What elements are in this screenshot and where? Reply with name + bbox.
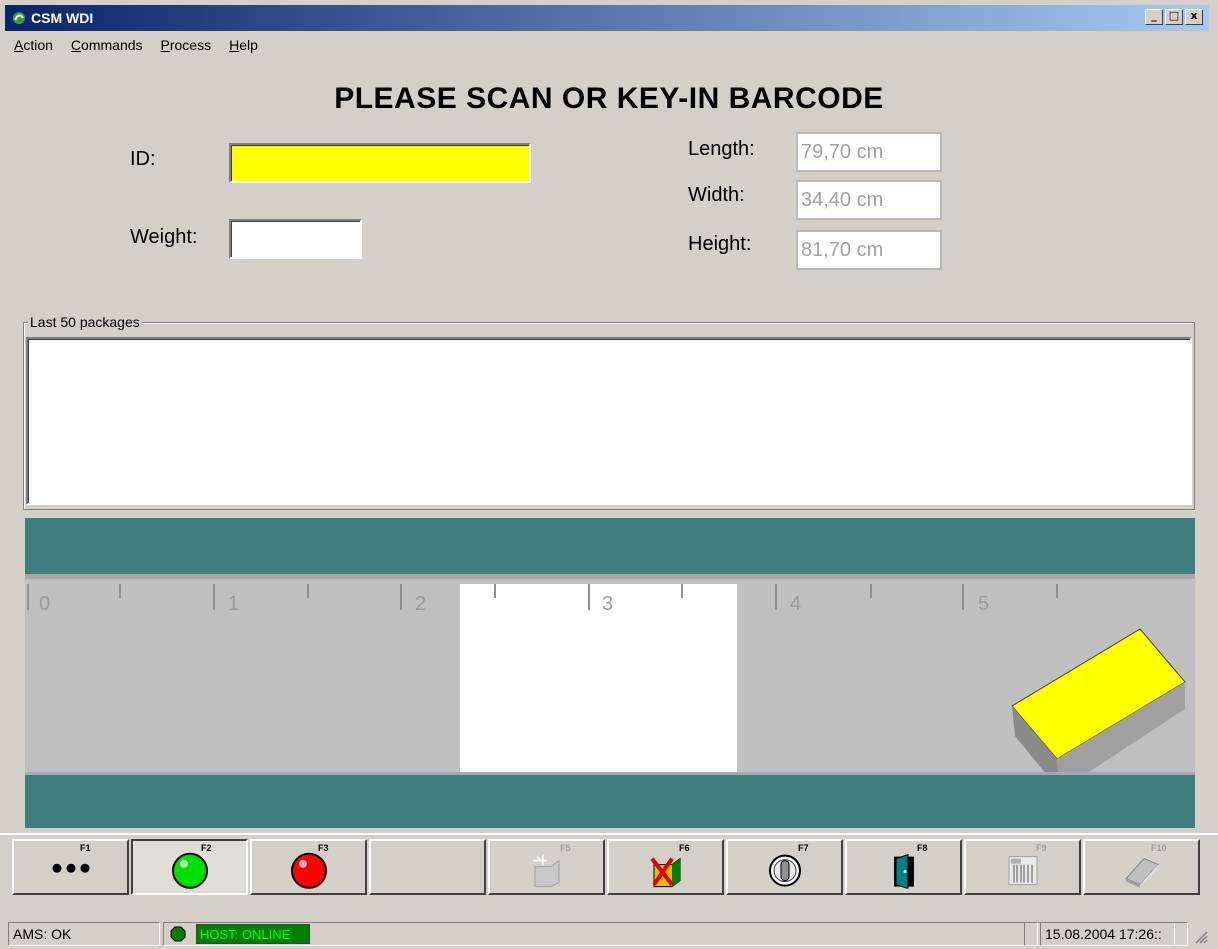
scale-tick bbox=[213, 584, 215, 610]
scale-tick bbox=[1056, 584, 1058, 598]
scale-tick bbox=[962, 584, 964, 610]
scale-label: 0 bbox=[39, 593, 51, 615]
resize-grip-icon[interactable] bbox=[1192, 928, 1208, 944]
menu-bar: Action Commands Process Help bbox=[5, 35, 267, 55]
f2-start-button[interactable]: F2 bbox=[131, 839, 248, 895]
scale-tick bbox=[775, 584, 777, 610]
menu-action[interactable]: Action bbox=[5, 35, 62, 55]
new-package-icon bbox=[532, 854, 559, 888]
id-input[interactable] bbox=[229, 143, 531, 183]
scale-tick bbox=[870, 584, 872, 598]
f9-barcode-button[interactable]: F9 bbox=[964, 839, 1081, 895]
menu-commands[interactable]: Commands bbox=[62, 35, 152, 55]
conveyor-visualization: 0 1 2 3 4 5 bbox=[25, 518, 1195, 828]
host-online-badge: HOST: ONLINE bbox=[196, 924, 310, 944]
scale-tick bbox=[588, 584, 590, 610]
f5-key-label: F5 bbox=[560, 843, 571, 853]
ams-status: AMS: OK bbox=[8, 922, 160, 946]
menu-process[interactable]: Process bbox=[152, 35, 221, 55]
status-bar: AMS: OK HOST: ONLINE 15.08.2004 17:26:: bbox=[0, 922, 1218, 946]
scale-tick bbox=[307, 584, 309, 598]
f7-settings-button[interactable]: F7 bbox=[726, 839, 843, 895]
f1-key-label: F1 bbox=[80, 843, 91, 853]
package-box-icon bbox=[1011, 628, 1186, 791]
height-field: 81,70 cm bbox=[796, 230, 942, 270]
f6-key-label: F6 bbox=[679, 843, 690, 853]
barcode-icon bbox=[1008, 856, 1037, 886]
weight-input[interactable] bbox=[229, 219, 362, 259]
datetime-status: 15.08.2004 17:26:: bbox=[1040, 922, 1188, 946]
f5-new-package-button[interactable]: F5 bbox=[488, 839, 605, 895]
conveyor-bottom-rail bbox=[25, 772, 1195, 828]
id-label: ID: bbox=[130, 148, 156, 170]
f8-exit-button[interactable]: F8 bbox=[845, 839, 962, 895]
f1-more-button[interactable]: F1 bbox=[12, 839, 129, 895]
minimize-button[interactable]: _ bbox=[1145, 9, 1163, 25]
scale-label: 5 bbox=[978, 593, 990, 615]
status-spacer bbox=[1024, 922, 1038, 946]
length-field: 79,70 cm bbox=[796, 132, 942, 172]
width-field: 34,40 cm bbox=[796, 180, 942, 220]
blank-button[interactable] bbox=[369, 839, 486, 895]
f7-key-label: F7 bbox=[798, 843, 809, 853]
scale-tick bbox=[681, 584, 683, 598]
scale-label: 2 bbox=[415, 593, 427, 615]
dial-icon bbox=[768, 854, 801, 887]
height-label: Height: bbox=[688, 233, 752, 255]
scale-tick bbox=[400, 584, 402, 610]
f8-key-label: F8 bbox=[917, 843, 928, 853]
f9-key-label: F9 bbox=[1036, 843, 1047, 853]
book-icon bbox=[1124, 857, 1159, 888]
app-logo-icon bbox=[13, 12, 25, 24]
scale-label: 1 bbox=[228, 593, 240, 615]
scale-tick bbox=[494, 584, 496, 598]
packages-group-label: Last 50 packages bbox=[28, 314, 142, 330]
scale-label: 3 bbox=[602, 593, 614, 615]
maximize-button[interactable]: □ bbox=[1165, 9, 1183, 25]
page-title: PLEASE SCAN OR KEY-IN BARCODE bbox=[334, 82, 884, 115]
weight-label: Weight: bbox=[130, 226, 198, 248]
packages-list[interactable] bbox=[26, 337, 1192, 505]
conveyor-belt: 0 1 2 3 4 5 bbox=[25, 574, 1195, 791]
f3-stop-button[interactable]: F3 bbox=[250, 839, 367, 895]
f10-help-button[interactable]: F10 bbox=[1083, 839, 1200, 895]
delete-package-icon bbox=[649, 857, 680, 888]
window-title: CSM WDI bbox=[31, 10, 94, 26]
f6-delete-package-button[interactable]: F6 bbox=[607, 839, 724, 895]
scale-label: 4 bbox=[790, 593, 802, 615]
exit-door-icon bbox=[893, 853, 914, 889]
red-light-icon bbox=[290, 852, 327, 889]
close-button[interactable]: x bbox=[1185, 9, 1203, 25]
length-label: Length: bbox=[688, 138, 755, 160]
scale-tick bbox=[27, 584, 29, 610]
conveyor-top-rail bbox=[25, 518, 1195, 574]
f10-key-label: F10 bbox=[1151, 843, 1167, 853]
function-toolbar: F1 F2 F3 F5 F6 F7 F8 F9 F10 bbox=[0, 833, 1218, 895]
host-status-icon bbox=[170, 926, 186, 942]
width-label: Width: bbox=[688, 184, 745, 206]
scale-tick bbox=[119, 584, 121, 598]
more-dots-icon bbox=[52, 863, 89, 873]
green-light-icon bbox=[171, 852, 208, 889]
menu-help[interactable]: Help bbox=[220, 35, 267, 55]
scan-zone bbox=[460, 584, 737, 774]
title-bar[interactable]: CSM WDI _ □ x bbox=[5, 5, 1209, 31]
